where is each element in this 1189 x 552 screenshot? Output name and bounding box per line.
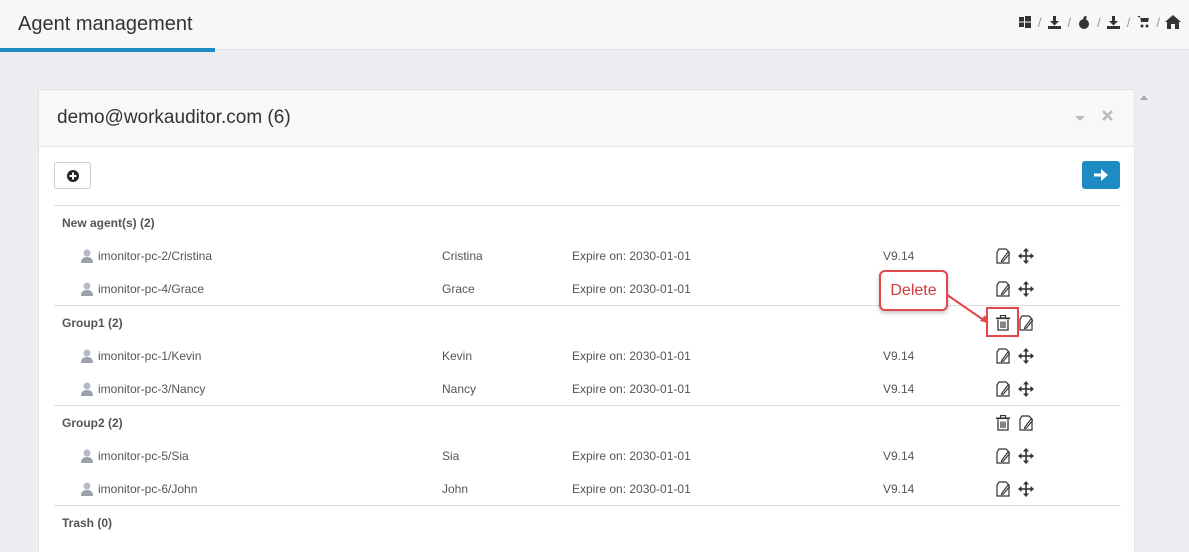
agent-list: New agent(s) (2) imonitor-pc-2/Cristina … (54, 205, 1121, 539)
user-icon (81, 249, 93, 263)
agent-row[interactable]: imonitor-pc-2/Cristina Cristina Expire o… (54, 239, 1121, 272)
agent-row[interactable]: imonitor-pc-5/Sia Sia Expire on: 2030-01… (54, 439, 1121, 472)
nav-separator: / (1156, 14, 1160, 30)
agent-row[interactable]: imonitor-pc-6/John John Expire on: 2030-… (54, 472, 1121, 505)
group-group2: Group2 (2) imonitor-pc-5/Sia Sia Expire … (54, 405, 1121, 505)
panel-header: demo@workauditor.com (6) (39, 90, 1134, 147)
agent-version: V9.14 (883, 482, 915, 496)
callout-text: Delete (890, 282, 937, 299)
edit-icon[interactable] (1017, 414, 1035, 432)
agent-expire: Expire on: 2030-01-01 (572, 349, 691, 363)
apple-icon[interactable] (1076, 14, 1092, 30)
edit-icon[interactable] (994, 380, 1012, 398)
cart-icon[interactable] (1135, 14, 1151, 30)
user-icon (81, 449, 93, 463)
download-icon[interactable] (1106, 14, 1122, 30)
agent-version: V9.14 (883, 349, 915, 363)
edit-icon[interactable] (994, 347, 1012, 365)
move-icon[interactable] (1017, 447, 1035, 465)
nav-separator: / (1126, 14, 1131, 30)
user-icon (81, 382, 93, 396)
nav-separator: / (1097, 14, 1101, 30)
move-icon[interactable] (1017, 380, 1035, 398)
edit-icon[interactable] (1017, 314, 1035, 332)
agent-expire: Expire on: 2030-01-01 (572, 249, 691, 263)
caret-down-icon[interactable] (1075, 110, 1085, 125)
group-label: Group1 (2) (62, 316, 123, 330)
group-trash: Trash (0) (54, 505, 1121, 539)
agent-name: imonitor-pc-3/Nancy (98, 382, 206, 396)
agent-expire: Expire on: 2030-01-01 (572, 482, 691, 496)
agent-name: imonitor-pc-6/John (98, 482, 198, 496)
agent-version: V9.14 (883, 382, 915, 396)
agent-user: Kevin (442, 349, 473, 363)
group-label: New agent(s) (2) (62, 216, 155, 230)
agent-expire: Expire on: 2030-01-01 (572, 382, 691, 396)
move-icon[interactable] (1017, 247, 1035, 265)
top-bar: Agent management / / / / / (0, 0, 1189, 52)
nav-separator: / (1067, 14, 1072, 30)
home-icon[interactable] (1165, 14, 1181, 30)
agent-name: imonitor-pc-1/Kevin (98, 349, 202, 363)
group-header[interactable]: Trash (0) (54, 506, 1121, 539)
agent-name: imonitor-pc-4/Grace (98, 282, 205, 296)
agent-user: John (442, 482, 469, 496)
agent-user: Cristina (442, 249, 483, 263)
agent-expire: Expire on: 2030-01-01 (572, 449, 691, 463)
edit-icon[interactable] (994, 480, 1012, 498)
edit-icon[interactable] (994, 447, 1012, 465)
user-icon (81, 349, 93, 363)
highlight-box (986, 307, 1019, 337)
agent-user: Sia (442, 449, 460, 463)
trash-icon[interactable] (994, 414, 1012, 432)
agent-name: imonitor-pc-5/Sia (98, 449, 189, 463)
download-icon[interactable] (1047, 14, 1063, 30)
active-tab-indicator (0, 48, 215, 52)
page-title: Agent management (18, 13, 193, 35)
close-icon[interactable] (1102, 109, 1113, 124)
edit-icon[interactable] (994, 247, 1012, 265)
group-header[interactable]: Group2 (2) (54, 406, 1121, 439)
top-nav: / / / / / (1017, 14, 1181, 30)
user-icon (81, 482, 93, 496)
agent-row[interactable]: imonitor-pc-3/Nancy Nancy Expire on: 203… (54, 372, 1121, 405)
next-button[interactable] (1082, 161, 1120, 189)
user-icon (81, 282, 93, 296)
move-icon[interactable] (1017, 347, 1035, 365)
panel-title: demo@workauditor.com (6) (57, 107, 291, 128)
scroll-up-icon[interactable] (1140, 93, 1148, 101)
move-icon[interactable] (1017, 280, 1035, 298)
group-label: Trash (0) (62, 516, 113, 530)
agent-name: imonitor-pc-2/Cristina (98, 249, 213, 263)
nav-separator: / (1037, 14, 1042, 30)
agent-version: V9.14 (883, 449, 915, 463)
agent-expire: Expire on: 2030-01-01 (572, 282, 691, 296)
agent-row[interactable]: imonitor-pc-1/Kevin Kevin Expire on: 203… (54, 339, 1121, 372)
agent-user: Nancy (442, 382, 477, 396)
group-label: Group2 (2) (62, 416, 123, 430)
arrow-right-icon (1094, 169, 1108, 181)
plus-circle-icon (66, 169, 79, 182)
windows-icon[interactable] (1017, 14, 1033, 30)
add-group-button[interactable] (54, 162, 91, 189)
agent-version: V9.14 (883, 249, 915, 263)
group-header[interactable]: New agent(s) (2) (54, 206, 1121, 239)
move-icon[interactable] (1017, 480, 1035, 498)
agent-user: Grace (442, 282, 475, 296)
delete-callout: Delete (879, 270, 948, 311)
